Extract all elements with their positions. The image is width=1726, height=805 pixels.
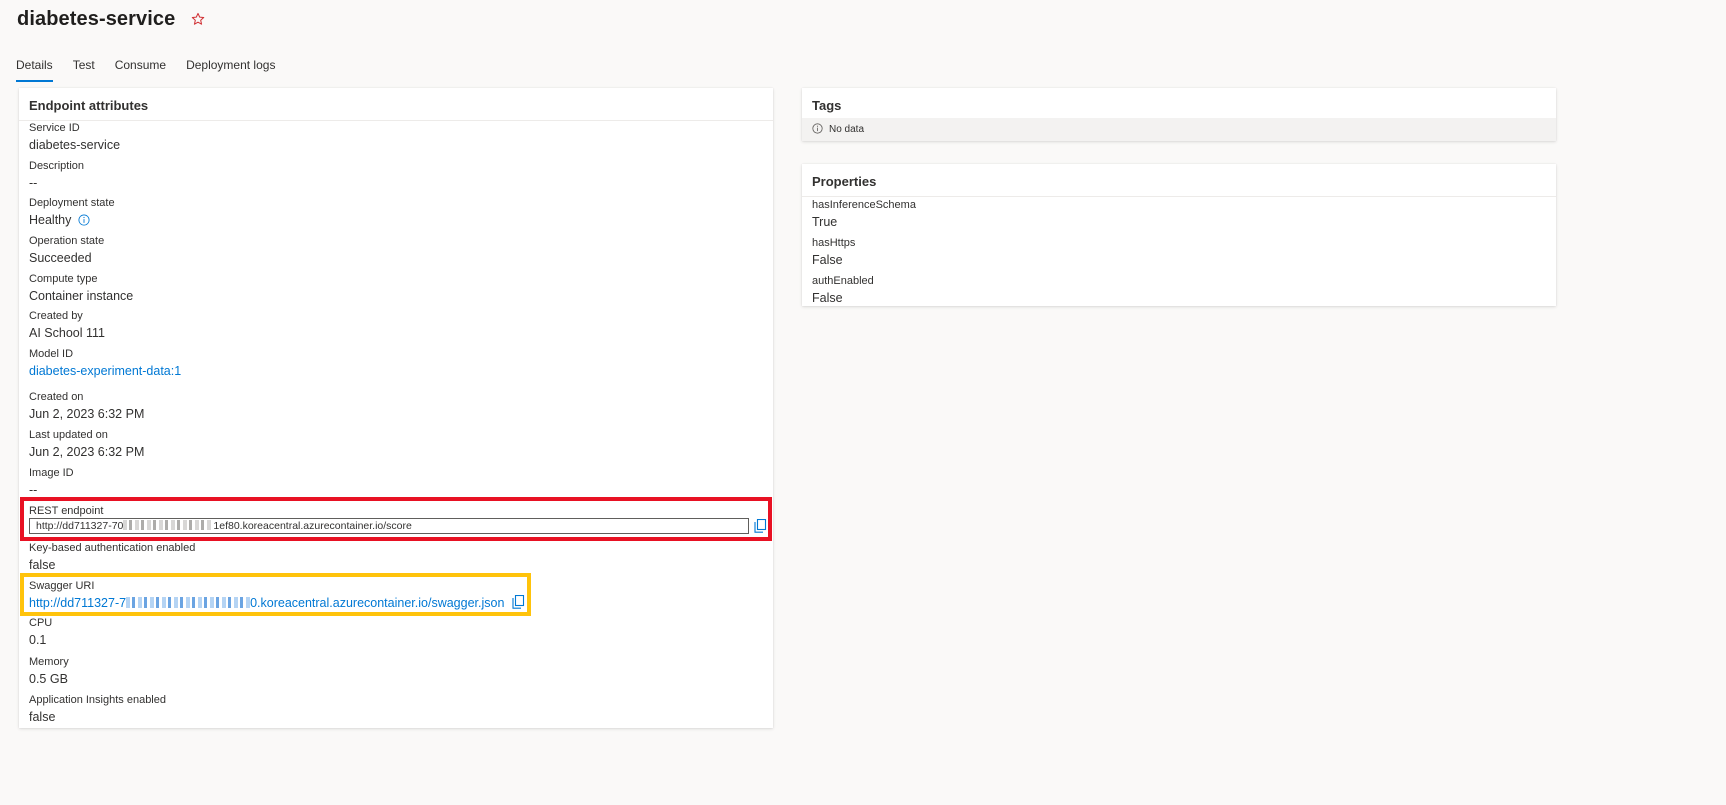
service-id-field: Service ID diabetes-service xyxy=(29,121,120,154)
field-label: Memory xyxy=(29,656,69,668)
field-label: Deployment state xyxy=(29,197,115,209)
field-label: Compute type xyxy=(29,273,98,285)
field-label: Service ID xyxy=(29,122,80,134)
property-item: hasInferenceSchema True xyxy=(812,198,916,231)
page-header: diabetes-service xyxy=(17,8,207,31)
model-id-field: Model ID diabetes-experiment-data:1 xyxy=(29,347,181,380)
field-label: Key-based authentication enabled xyxy=(29,542,196,554)
model-id-link[interactable]: diabetes-experiment-data:1 xyxy=(29,362,181,380)
created-on-field: Created on Jun 2, 2023 6:32 PM xyxy=(29,390,144,423)
field-value: Jun 2, 2023 6:32 PM xyxy=(29,445,145,459)
favorite-star-icon[interactable] xyxy=(191,12,207,28)
field-label: CPU xyxy=(29,617,53,629)
tab-details[interactable]: Details xyxy=(16,56,53,82)
property-item: authEnabled False xyxy=(812,274,874,307)
property-label: authEnabled xyxy=(812,275,874,287)
page-title: diabetes-service xyxy=(17,8,176,30)
field-value: Container instance xyxy=(29,289,134,303)
deployment-state-field: Deployment state Healthy xyxy=(29,196,115,231)
last-updated-field: Last updated on Jun 2, 2023 6:32 PM xyxy=(29,428,144,461)
property-label: hasHttps xyxy=(812,237,856,249)
card-title: Properties xyxy=(802,164,1556,197)
endpoint-attributes-card: Endpoint attributes Service ID diabetes-… xyxy=(19,88,773,728)
field-label: Operation state xyxy=(29,235,105,247)
field-value: diabetes-service xyxy=(29,138,121,152)
app-insights-field: Application Insights enabled false xyxy=(29,693,166,726)
tags-card: Tags No data xyxy=(802,88,1556,141)
operation-state-field: Operation state Succeeded xyxy=(29,234,104,267)
card-title: Endpoint attributes xyxy=(19,88,773,121)
field-label: Created on xyxy=(29,391,84,403)
field-value: -- xyxy=(29,176,38,190)
info-icon xyxy=(812,122,823,137)
field-value: AI School 111 xyxy=(29,326,105,340)
field-value: Healthy xyxy=(29,211,115,231)
field-value: Jun 2, 2023 6:32 PM xyxy=(29,407,145,421)
no-data-text: No data xyxy=(829,124,865,135)
deployment-state-value: Healthy xyxy=(29,213,72,227)
card-title: Tags xyxy=(802,88,1556,121)
tab-test[interactable]: Test xyxy=(73,56,95,82)
field-value: false xyxy=(29,710,56,724)
field-label: Description xyxy=(29,160,85,172)
compute-type-field: Compute type Container instance xyxy=(29,272,133,305)
rest-endpoint-highlight xyxy=(20,497,772,541)
image-id-field: Image ID -- xyxy=(29,466,74,499)
field-value: 0.1 xyxy=(29,633,47,647)
cpu-field: CPU 0.1 xyxy=(29,616,52,649)
tab-deployment-logs[interactable]: Deployment logs xyxy=(186,56,275,82)
property-value: True xyxy=(812,215,838,229)
tab-bar: Details Test Consume Deployment logs xyxy=(16,56,295,82)
key-auth-field: Key-based authentication enabled false xyxy=(29,541,195,574)
property-value: False xyxy=(812,253,843,267)
property-item: hasHttps False xyxy=(812,236,855,269)
description-field: Description -- xyxy=(29,159,84,192)
property-label: hasInferenceSchema xyxy=(812,199,916,211)
property-value: False xyxy=(812,291,843,305)
field-value: Succeeded xyxy=(29,251,92,265)
field-label: Image ID xyxy=(29,467,74,479)
field-label: Application Insights enabled xyxy=(29,694,166,706)
field-value: false xyxy=(29,558,56,572)
tab-consume[interactable]: Consume xyxy=(115,56,166,82)
field-value: 0.5 GB xyxy=(29,672,68,686)
info-icon[interactable] xyxy=(78,213,90,231)
swagger-uri-highlight xyxy=(20,573,531,616)
properties-card: Properties hasInferenceSchema True hasHt… xyxy=(802,164,1556,306)
created-by-field: Created by AI School 111 xyxy=(29,309,105,342)
field-label: Model ID xyxy=(29,348,74,360)
field-label: Last updated on xyxy=(29,429,108,441)
memory-field: Memory 0.5 GB xyxy=(29,655,69,688)
field-label: Created by xyxy=(29,310,83,322)
no-data-row: No data xyxy=(802,118,1556,141)
